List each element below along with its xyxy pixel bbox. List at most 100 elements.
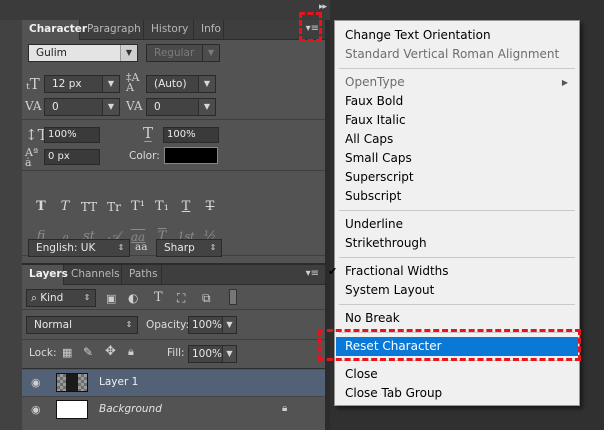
filter-toggle[interactable] bbox=[229, 289, 237, 305]
collapse-arrows-icon[interactable]: ▸▸ bbox=[319, 2, 327, 12]
menu-item-label: No Break bbox=[345, 311, 400, 325]
kerning-select[interactable]: 0 ▼ bbox=[44, 98, 120, 116]
chevron-down-icon: ▼ bbox=[102, 99, 119, 115]
chevron-down-icon: ▼ bbox=[120, 45, 137, 61]
lock-transparent-pixels-icon[interactable]: ▦ bbox=[62, 346, 72, 359]
menu-item-standard-vertical-roman-alignment[interactable]: Standard Vertical Roman Alignment bbox=[336, 45, 578, 64]
layers-tab-bar: Layers Channels Paths ▾≡ bbox=[22, 265, 325, 285]
text-color-swatch[interactable] bbox=[164, 147, 218, 164]
menu-item-label: Close bbox=[345, 367, 378, 381]
tracking-icon: VA bbox=[126, 99, 143, 113]
chevron-down-icon: ▼ bbox=[198, 99, 215, 115]
menu-item-strikethrough[interactable]: Strikethrough bbox=[336, 234, 578, 253]
menu-item-label: Superscript bbox=[345, 170, 414, 184]
tab-character[interactable]: Character bbox=[22, 20, 87, 40]
chevron-down-icon: ▼ bbox=[222, 317, 236, 333]
pixel-layer-filter-icon[interactable]: ▣ bbox=[106, 292, 116, 305]
strikethrough-button[interactable]: T bbox=[199, 198, 221, 216]
tab-history[interactable]: History bbox=[144, 20, 194, 39]
menu-item-small-caps[interactable]: Small Caps bbox=[336, 149, 578, 168]
eye-icon[interactable]: ◉ bbox=[31, 403, 41, 416]
divider bbox=[22, 170, 325, 171]
menu-item-system-layout[interactable]: System Layout bbox=[336, 281, 578, 300]
updown-arrows-icon: ⇕ bbox=[125, 320, 133, 329]
menu-item-all-caps[interactable]: All Caps bbox=[336, 130, 578, 149]
menu-item-label: Faux Italic bbox=[345, 113, 406, 127]
layer-row[interactable]: ◉ Background 🔒︎ bbox=[22, 396, 325, 422]
menu-item-close-tab-group[interactable]: Close Tab Group bbox=[336, 384, 578, 403]
tracking-select[interactable]: 0 ▼ bbox=[146, 98, 216, 116]
small-caps-button[interactable]: Tr bbox=[103, 198, 125, 216]
smart-object-filter-icon[interactable]: ⧉ bbox=[202, 291, 211, 306]
menu-item-subscript[interactable]: Subscript bbox=[336, 187, 578, 206]
tab-info[interactable]: Info bbox=[194, 20, 224, 39]
menu-item-close[interactable]: Close bbox=[336, 365, 578, 384]
all-caps-button[interactable]: TT bbox=[78, 198, 100, 216]
updown-arrows-icon: ⇕ bbox=[117, 243, 125, 252]
menu-item-label: Standard Vertical Roman Alignment bbox=[345, 47, 560, 61]
menu-item-label: Faux Bold bbox=[345, 94, 404, 108]
annotation-highlight bbox=[318, 329, 581, 361]
layer-row[interactable]: ◉ Layer 1 bbox=[22, 370, 325, 396]
antialias-select[interactable]: Sharp ⇕ bbox=[156, 239, 222, 257]
menu-item-label: All Caps bbox=[345, 132, 394, 146]
baseline-shift-field[interactable]: 0 px bbox=[44, 149, 100, 165]
superscript-button[interactable]: T¹ bbox=[127, 198, 149, 216]
menu-item-opentype[interactable]: OpenType ▶ bbox=[336, 73, 578, 92]
lock-all-icon[interactable]: 🔒︎ bbox=[128, 345, 134, 359]
menu-item-label: Strikethrough bbox=[345, 236, 427, 250]
language-select[interactable]: English: UK ⇕ bbox=[28, 239, 130, 257]
lock-image-pixels-icon[interactable]: ✎ bbox=[83, 345, 93, 359]
type-layer-filter-icon[interactable]: T bbox=[154, 290, 163, 305]
vertical-scale-field[interactable]: 100% bbox=[44, 127, 100, 143]
character-tab-bar: Character Paragraph History Info ▾≡ bbox=[22, 20, 325, 40]
leading-select[interactable]: (Auto) ▼ bbox=[146, 75, 216, 93]
blend-mode-select[interactable]: Normal ⇕ bbox=[26, 316, 138, 334]
adjustment-layer-filter-icon[interactable]: ◐ bbox=[128, 291, 138, 305]
kerning-value: 0 bbox=[52, 101, 59, 113]
menu-item-change-text-orientation[interactable]: Change Text Orientation bbox=[336, 26, 578, 45]
menu-item-label: Underline bbox=[345, 217, 403, 231]
eye-icon[interactable]: ◉ bbox=[31, 376, 41, 389]
tab-channels[interactable]: Channels bbox=[64, 265, 122, 284]
menu-item-label: Small Caps bbox=[345, 151, 412, 165]
font-size-select[interactable]: 12 px ▼ bbox=[44, 75, 120, 93]
horizontal-scale-field[interactable]: 100% bbox=[163, 127, 219, 143]
chevron-down-icon: ▼ bbox=[198, 76, 215, 92]
blend-mode-value: Normal bbox=[34, 319, 72, 331]
layer-thumbnail bbox=[56, 400, 88, 419]
panel-menu-icon[interactable]: ▾≡ bbox=[306, 269, 319, 279]
layer-thumbnail bbox=[56, 373, 88, 392]
menu-separator bbox=[339, 210, 575, 211]
tab-paths[interactable]: Paths bbox=[122, 265, 162, 284]
tab-paragraph[interactable]: Paragraph bbox=[80, 20, 144, 39]
faux-italic-button[interactable]: T bbox=[54, 198, 76, 216]
shape-layer-filter-icon[interactable]: ⛶ bbox=[177, 291, 185, 306]
menu-item-faux-bold[interactable]: Faux Bold bbox=[336, 92, 578, 111]
tab-layers[interactable]: Layers bbox=[22, 265, 68, 285]
search-icon: ⌕ bbox=[31, 292, 41, 304]
menu-item-superscript[interactable]: Superscript bbox=[336, 168, 578, 187]
lock-position-icon[interactable]: ✥ bbox=[105, 344, 116, 359]
underline-button[interactable]: T bbox=[175, 198, 197, 216]
menu-item-underline[interactable]: Underline bbox=[336, 215, 578, 234]
menu-item-fractional-widths[interactable]: ✔ Fractional Widths bbox=[328, 262, 578, 281]
filter-kind-select[interactable]: ⌕ Kind ⇕ bbox=[26, 289, 96, 307]
opacity-field[interactable]: 100% ▼ bbox=[188, 316, 237, 334]
layer-name[interactable]: Layer 1 bbox=[99, 376, 138, 388]
menu-separator bbox=[339, 304, 575, 305]
layer-name[interactable]: Background bbox=[99, 403, 162, 415]
menu-item-label: OpenType bbox=[345, 75, 405, 89]
menu-item-no-break[interactable]: No Break bbox=[336, 309, 578, 328]
menu-item-faux-italic[interactable]: Faux Italic bbox=[336, 111, 578, 130]
font-family-select[interactable]: Gulim ▼ bbox=[28, 44, 138, 62]
subscript-button[interactable]: T₁ bbox=[151, 198, 173, 216]
font-size-icon: ₜT bbox=[26, 75, 40, 93]
faux-bold-button[interactable]: T bbox=[30, 198, 52, 216]
divider bbox=[22, 368, 325, 369]
checkmark-icon: ✔ bbox=[328, 265, 338, 278]
fill-field[interactable]: 100% ▼ bbox=[188, 345, 237, 363]
font-style-value: Regular bbox=[154, 47, 195, 59]
divider bbox=[22, 339, 325, 340]
font-style-select: Regular ▼ bbox=[146, 44, 220, 62]
